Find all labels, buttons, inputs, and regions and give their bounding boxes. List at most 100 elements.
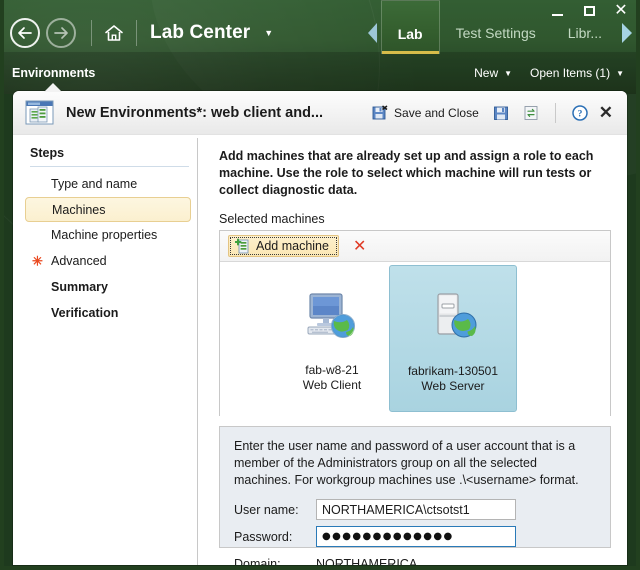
username-input[interactable]: [316, 499, 516, 520]
save-and-close-label: Save and Close: [394, 105, 479, 120]
page-title: Lab Center: [150, 22, 251, 43]
refresh-icon: [524, 105, 538, 120]
forward-button[interactable]: [46, 18, 76, 48]
close-button[interactable]: ✕: [610, 2, 632, 20]
machine-tile-fabrikam-130501[interactable]: fabrikam-130501 Web Server: [389, 265, 517, 412]
required-asterisk-icon: ✳: [32, 253, 43, 269]
window-controls: ✕: [546, 2, 632, 20]
selected-machines-panel: Add machine ✕ fab-w8-21 Web Client fabri…: [219, 230, 611, 416]
machine-tile-label-2: fabrikam-130501 Web Server: [408, 364, 498, 394]
back-arrow-icon: [18, 27, 32, 39]
new-menu-label: New: [474, 66, 499, 80]
back-button[interactable]: [10, 18, 40, 48]
delete-machine-button[interactable]: ✕: [347, 238, 372, 254]
toolbar-separator: [554, 102, 556, 123]
domain-value: NORTHAMERICA: [316, 556, 418, 566]
tab-lab-label: Lab: [397, 25, 423, 42]
close-icon: ✕: [614, 2, 628, 19]
section-navigation-bar: Environments New ▼ Open Items (1) ▼: [0, 58, 640, 88]
dialog-close-button[interactable]: ✕: [595, 104, 619, 121]
step-instructions: Add machines that are already set up and…: [219, 149, 594, 197]
password-row: Password: ●●●●●●●●●●●●●: [234, 525, 596, 548]
dialog-header: New Environments*: web client and... Sav…: [13, 91, 627, 135]
environments-window-icon: [25, 100, 54, 124]
maximize-button[interactable]: [578, 2, 600, 20]
credentials-description: Enter the user name and password of a us…: [234, 439, 579, 487]
window-edge-bottom: [0, 566, 640, 570]
minimize-button[interactable]: [546, 2, 568, 20]
step-summary-label: Summary: [51, 280, 108, 294]
step-type-and-name-label: Type and name: [51, 177, 138, 191]
title-dropdown-caret[interactable]: ▼: [264, 28, 273, 38]
help-icon: ?: [572, 104, 588, 121]
computer-web-client-icon: [307, 293, 355, 338]
machine-name: fab-w8-21: [305, 363, 359, 377]
lab-center-window: ✕ Lab Center ▼ Lab Test Settings Libr...…: [0, 0, 640, 570]
step-summary[interactable]: Summary: [13, 274, 197, 300]
section-actions: New ▼ Open Items (1) ▼: [474, 66, 624, 80]
dialog-title: New Environments*: web client and...: [66, 104, 324, 121]
step-machine-properties-label: Machine properties: [51, 228, 158, 242]
new-menu-button[interactable]: New ▼: [474, 66, 512, 80]
tab-test-settings[interactable]: Test Settings: [440, 12, 552, 54]
add-machine-button[interactable]: Add machine: [228, 235, 339, 257]
machine-tile-label: fab-w8-21 Web Client: [303, 363, 361, 393]
step-machines[interactable]: Machines: [25, 197, 191, 222]
server-web-server-icon: [437, 293, 477, 338]
home-button[interactable]: [101, 20, 127, 46]
machine-tile-fab-w8-21[interactable]: fab-w8-21 Web Client: [268, 265, 396, 412]
save-icon: [493, 106, 508, 120]
domain-row: Domain: NORTHAMERICA: [234, 552, 596, 566]
tab-lab[interactable]: Lab: [380, 0, 440, 54]
step-verification[interactable]: Verification: [13, 300, 197, 326]
machines-step-content: Add machines that are already set up and…: [198, 136, 627, 565]
steps-divider: [30, 166, 189, 167]
save-button[interactable]: [486, 102, 516, 124]
steps-sidebar: Steps Type and name Machines Machine pro…: [13, 136, 197, 565]
open-items-button[interactable]: Open Items (1) ▼: [530, 66, 624, 80]
steps-heading: Steps: [30, 146, 65, 160]
open-items-label: Open Items (1): [530, 66, 611, 80]
save-and-close-icon: [372, 104, 388, 119]
home-icon: [105, 25, 123, 41]
dialog-toolbar: Save and Close ? ✕: [365, 102, 619, 124]
tab-library-label: Libr...: [567, 25, 602, 41]
step-advanced[interactable]: ✳ Advanced: [13, 248, 197, 274]
step-machines-label: Machines: [52, 202, 106, 217]
machine-role: Web Client: [302, 378, 362, 392]
username-label: User name:: [234, 502, 299, 517]
chevron-down-icon-2: ▼: [616, 68, 624, 78]
password-masked-value: ●●●●●●●●●●●●●: [322, 531, 454, 542]
tab-scroll-left-icon[interactable]: [365, 12, 381, 54]
chevron-right-icon: [622, 23, 632, 43]
add-machine-icon: [235, 238, 249, 254]
password-input[interactable]: ●●●●●●●●●●●●●: [316, 526, 516, 547]
credentials-panel: Enter the user name and password of a us…: [219, 426, 611, 565]
maximize-icon: [583, 6, 595, 16]
breadcrumb[interactable]: Environments: [12, 66, 95, 80]
nav-separator-1: [91, 20, 92, 46]
chevron-down-icon: ▼: [504, 68, 513, 78]
step-type-and-name[interactable]: Type and name: [13, 171, 197, 197]
tab-test-settings-label: Test Settings: [455, 25, 536, 41]
new-environment-dialog: New Environments*: web client and... Sav…: [13, 91, 627, 565]
selected-machines-label: Selected machines: [219, 212, 325, 226]
help-button[interactable]: ?: [565, 102, 595, 124]
domain-label: Domain:: [234, 556, 281, 566]
refresh-button[interactable]: [516, 102, 546, 124]
username-row: User name:: [234, 498, 596, 521]
step-verification-label: Verification: [51, 306, 119, 320]
save-and-close-button[interactable]: Save and Close: [365, 102, 486, 124]
machine-name-2: fabrikam-130501: [407, 364, 499, 378]
machines-toolbar: Add machine ✕: [220, 231, 610, 262]
password-label: Password:: [234, 529, 293, 544]
machine-role-2: Web Server: [421, 379, 485, 393]
machines-canvas: fab-w8-21 Web Client fabrikam-130501 Web…: [220, 263, 610, 416]
nav-separator-2: [136, 20, 137, 46]
dialog-body: Steps Type and name Machines Machine pro…: [13, 136, 627, 565]
add-machine-label: Add machine: [256, 239, 329, 253]
step-machine-properties[interactable]: Machine properties: [13, 222, 197, 248]
minimize-icon: [551, 13, 563, 16]
svg-text:?: ?: [577, 109, 582, 119]
chevron-left-icon: [368, 23, 378, 43]
